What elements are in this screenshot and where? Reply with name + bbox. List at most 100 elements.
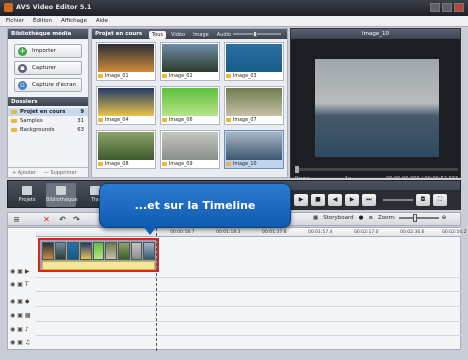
voice-icon[interactable]: ●: [359, 215, 364, 221]
thumbnail-image: [162, 44, 218, 72]
undo-icon[interactable]: ↶: [58, 215, 67, 224]
preview-title: Image_10: [291, 29, 460, 39]
music-track-icon: ♫: [24, 339, 31, 346]
minimize-button[interactable]: [430, 3, 440, 12]
library-button[interactable]: Bibliothèque: [46, 183, 77, 207]
projects-button[interactable]: Projets: [12, 183, 42, 207]
time-ruler[interactable]: 00:00:58.7 00:01:18.3 00:01:37.8 00:01:5…: [36, 228, 467, 237]
add-folder-button[interactable]: + Ajouter: [12, 170, 36, 176]
media-thumbnail[interactable]: Image_08: [96, 130, 156, 169]
thumbnail-caption: Image_08: [98, 160, 154, 168]
ruler-tick: 00:01:18.3: [216, 230, 241, 235]
media-thumbnail[interactable]: Image_07: [224, 86, 284, 125]
thumbnail-caption: Image_01: [98, 72, 154, 80]
menu-affichage[interactable]: Affichage: [61, 18, 87, 24]
eye-icon[interactable]: ◉: [10, 312, 15, 319]
prev-frame-button[interactable]: ◀: [328, 194, 342, 206]
next-frame-button[interactable]: ▶: [345, 194, 359, 206]
timeline-clips-highlight[interactable]: [38, 238, 159, 272]
eye-icon[interactable]: ◉: [10, 326, 15, 333]
camera-icon[interactable]: ◘: [416, 194, 430, 206]
thumbnail-caption: Image_06: [162, 116, 218, 124]
remove-folder-button[interactable]: — Supprimer: [44, 170, 77, 176]
playhead[interactable]: [156, 228, 157, 351]
video-track-header: ◉ ▣ ▶: [8, 266, 36, 277]
thumbnail-label: Image_10: [233, 161, 257, 167]
fullscreen-icon[interactable]: ⛶: [433, 194, 447, 206]
image-file-icon: [162, 74, 167, 78]
tab-image[interactable]: Image: [190, 31, 212, 39]
media-thumbnail[interactable]: Image_04: [96, 86, 156, 125]
media-thumbnail[interactable]: Image_02: [160, 42, 220, 81]
menu-edition[interactable]: Édition: [33, 18, 52, 24]
seek-bar[interactable]: [295, 166, 458, 173]
image-file-icon: [98, 74, 103, 78]
menu-aide[interactable]: Aide: [96, 18, 108, 24]
preview-panel: Image_10 Pause 1x 00:00:00.000 / 00:00:5…: [290, 28, 461, 182]
folder-projet-en-cours[interactable]: Projet en cours 9: [8, 108, 88, 116]
thumbnail-label: Image_07: [233, 117, 257, 123]
media-thumbnail[interactable]: Image_06: [160, 86, 220, 125]
timeline-clip[interactable]: [42, 242, 54, 260]
audio-track-icon: ♪: [24, 326, 29, 333]
screen-capture-button[interactable]: ▫ Capture d'écran: [14, 78, 82, 92]
close-button[interactable]: [454, 3, 464, 12]
thumbnail-label: Image_02: [169, 73, 193, 79]
timeline-clip[interactable]: [54, 242, 67, 260]
lock-icon[interactable]: ▣: [17, 339, 23, 346]
eye-icon[interactable]: ◉: [10, 281, 15, 288]
capture-button[interactable]: ▪ Capturer: [14, 61, 82, 75]
thumbnail-label: Image_03: [233, 73, 257, 79]
storyboard-icon[interactable]: ▦: [313, 215, 318, 221]
thumbnail-label: Image_04: [105, 117, 129, 123]
tab-tous[interactable]: Tous: [149, 31, 167, 39]
lock-icon[interactable]: ▣: [17, 268, 23, 275]
eye-icon[interactable]: ◉: [10, 298, 15, 305]
zoom-slider[interactable]: [398, 214, 439, 222]
stop-button[interactable]: ■: [311, 194, 325, 206]
thumbnail-caption: Image_02: [162, 72, 218, 80]
end-button[interactable]: ⏭: [362, 194, 376, 206]
tab-audio[interactable]: Audio: [214, 31, 234, 39]
lock-icon[interactable]: ▣: [17, 298, 23, 305]
timeline-clip[interactable]: [143, 242, 156, 260]
seek-handle[interactable]: [295, 166, 299, 173]
maximize-button[interactable]: [442, 3, 452, 12]
timeline-clip[interactable]: [80, 242, 92, 260]
timeline-clip[interactable]: [92, 242, 105, 260]
timeline-clip[interactable]: [67, 242, 80, 260]
transition-band[interactable]: [42, 261, 155, 270]
eye-icon[interactable]: ◉: [10, 339, 15, 346]
timeline-clip[interactable]: [130, 242, 143, 260]
menu-icon[interactable]: ≡: [368, 215, 373, 221]
media-thumbnail[interactable]: Image_03: [224, 42, 284, 81]
folder-backgrounds[interactable]: Backgrounds 63: [8, 126, 88, 134]
media-thumbnail[interactable]: Image_09: [160, 130, 220, 169]
folder-samples[interactable]: Samples 31: [8, 117, 88, 125]
timeline-clip[interactable]: [105, 242, 118, 260]
menu-fichier[interactable]: Fichier: [6, 18, 24, 24]
play-button[interactable]: ▶: [294, 194, 308, 206]
thumbnail-image: [226, 44, 282, 72]
redo-icon[interactable]: ↷: [72, 215, 81, 224]
overlay-track-header: ◉ ▣ ▦: [8, 310, 36, 321]
storyboard-button[interactable]: Storyboard: [323, 215, 353, 221]
import-button[interactable]: + Importer: [14, 44, 82, 58]
timeline-clip[interactable]: [118, 242, 130, 260]
library-panel: Bibliothèque média + Importer ▪ Capturer…: [7, 28, 89, 178]
tab-video[interactable]: Vidéo: [168, 31, 188, 39]
delete-icon[interactable]: ✕: [42, 215, 51, 224]
media-thumbnail[interactable]: Image_01: [96, 42, 156, 81]
split-icon[interactable]: ≡: [12, 215, 21, 224]
text-track-header: ◉ ▣ T: [8, 279, 36, 290]
zoom-in-icon[interactable]: ⊕: [442, 215, 447, 221]
effects-track-icon: ◆: [24, 298, 30, 305]
eye-icon[interactable]: ◉: [10, 268, 15, 275]
media-thumbnail[interactable]: Image_10: [224, 130, 284, 169]
lock-icon[interactable]: ▣: [17, 281, 23, 288]
volume-slider[interactable]: [383, 199, 413, 201]
media-panel: Projet en cours Tous Vidéo Image Audio I…: [91, 28, 288, 178]
lock-icon[interactable]: ▣: [17, 326, 23, 333]
thumbnail-size-slider[interactable]: [233, 31, 281, 37]
lock-icon[interactable]: ▣: [17, 312, 23, 319]
